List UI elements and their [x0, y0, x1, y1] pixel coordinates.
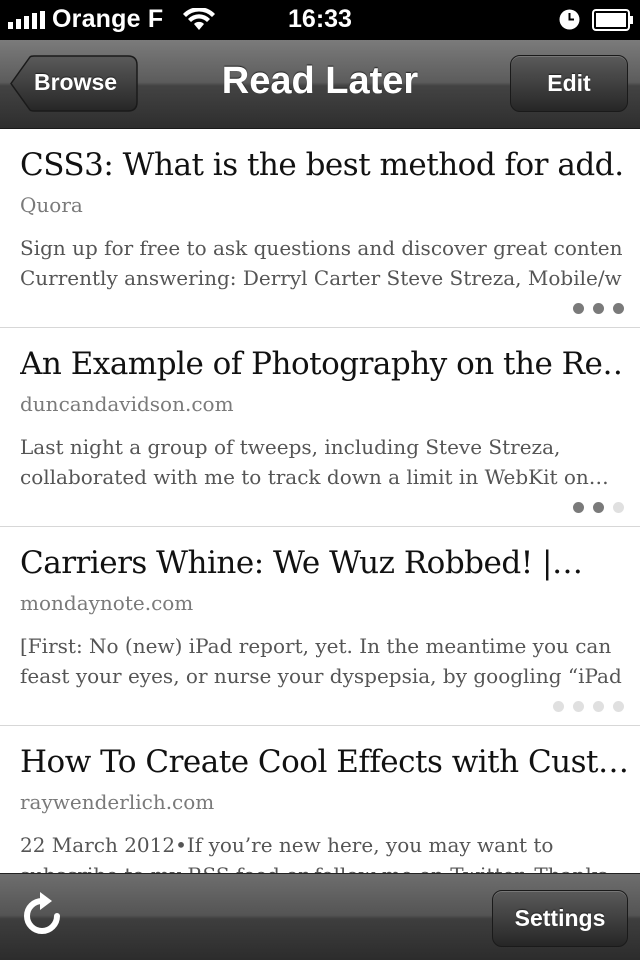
- article-list: CSS3: What is the best method for add… Qu…: [0, 129, 640, 873]
- article-excerpt-line: Last night a group of tweeps, including …: [20, 435, 561, 459]
- indicator-dot: [613, 502, 624, 513]
- page-indicator-dots: [553, 701, 624, 713]
- bottom-toolbar: Settings: [0, 873, 640, 960]
- indicator-dot: [553, 701, 564, 712]
- indicator-dot: [593, 502, 604, 513]
- status-bar: Orange F 16:33: [0, 0, 640, 40]
- indicator-dot: [573, 701, 584, 712]
- clock-icon: [559, 9, 580, 30]
- article-excerpt: 22 March 2012•If you’re new here, you ma…: [20, 830, 622, 873]
- indicator-dot: [573, 502, 584, 513]
- article-excerpt-line: Sign up for free to ask questions and di…: [20, 236, 622, 260]
- article-list-item[interactable]: CSS3: What is the best method for add… Qu…: [0, 129, 640, 328]
- article-excerpt: [First: No (new) iPad report, yet. In th…: [20, 631, 622, 691]
- article-list-item[interactable]: An Example of Photography on the Re… dunc…: [0, 328, 640, 527]
- article-title: Carriers Whine: We Wuz Robbed! |…: [20, 545, 583, 581]
- indicator-dot: [573, 303, 584, 314]
- article-domain: duncandavidson.com: [20, 392, 234, 416]
- article-domain: raywenderlich.com: [20, 790, 215, 814]
- article-domain: mondaynote.com: [20, 591, 194, 615]
- indicator-dot: [593, 303, 604, 314]
- article-title: How To Create Cool Effects with Cust…: [20, 744, 626, 780]
- settings-button[interactable]: Settings: [492, 890, 628, 947]
- indicator-dot: [613, 701, 624, 712]
- article-excerpt: Sign up for free to ask questions and di…: [20, 233, 622, 293]
- article-title: CSS3: What is the best method for add…: [20, 147, 626, 183]
- indicator-dot: [593, 701, 604, 712]
- article-excerpt-line: feast your eyes, or nurse your dyspepsia…: [20, 664, 622, 688]
- refresh-icon[interactable]: [22, 892, 62, 936]
- battery-icon: [592, 9, 633, 31]
- article-excerpt-line: collaborated with me to track down a lim…: [20, 465, 609, 489]
- page-indicator-dots: [573, 502, 624, 514]
- article-list-item[interactable]: Carriers Whine: We Wuz Robbed! |… mondayn…: [0, 527, 640, 726]
- article-excerpt-line: [First: No (new) iPad report, yet. In th…: [20, 634, 612, 658]
- edit-button[interactable]: Edit: [510, 55, 628, 112]
- page-indicator-dots: [573, 303, 624, 315]
- article-excerpt-line: 22 March 2012•If you’re new here, you ma…: [20, 833, 554, 857]
- status-time: 16:33: [288, 5, 352, 33]
- article-title: An Example of Photography on the Re…: [20, 346, 626, 382]
- article-list-item[interactable]: How To Create Cool Effects with Cust… ray…: [0, 726, 640, 873]
- navigation-bar: Browse Read Later Edit: [0, 40, 640, 129]
- article-domain: Quora: [20, 193, 83, 217]
- article-excerpt-line: Currently answering: Derryl Carter Steve…: [20, 266, 622, 290]
- indicator-dot: [613, 303, 624, 314]
- article-excerpt-line: subscribe to my RSS feed or follow me on…: [20, 860, 622, 873]
- article-excerpt: Last night a group of tweeps, including …: [20, 432, 622, 492]
